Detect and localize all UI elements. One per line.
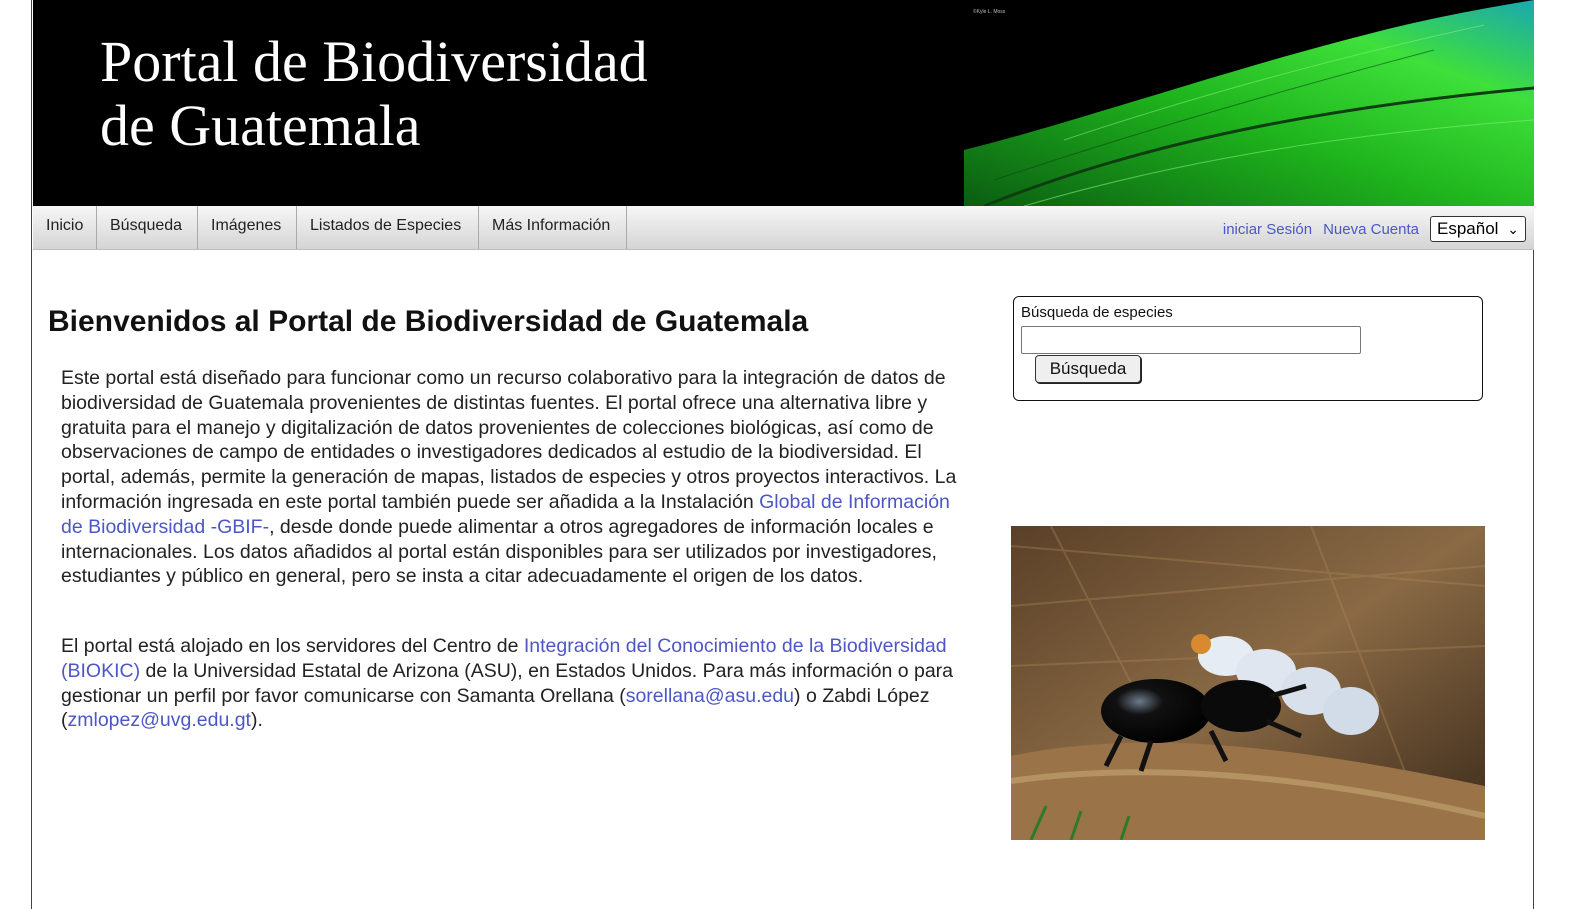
contact-text-d: ).	[250, 709, 263, 732]
language-select[interactable]: Español ⌄	[1430, 216, 1526, 242]
site-title: Portal de Biodiversidad de Guatemala	[100, 30, 648, 158]
site-title-line1: Portal de Biodiversidad	[100, 29, 648, 94]
contact-text-a: El portal está alojado en los servidores…	[61, 635, 524, 657]
login-link[interactable]: iniciar Sesión	[1223, 221, 1312, 238]
intro-paragraph: Este portal está diseñado para funcionar…	[61, 366, 961, 589]
species-search-panel: Búsqueda de especies Búsqueda	[1013, 296, 1483, 401]
page-container: Portal de Biodiversidad de Guatemala ©Ky…	[31, 0, 1534, 909]
species-search-input[interactable]	[1021, 326, 1361, 354]
search-button[interactable]: Búsqueda	[1035, 355, 1141, 383]
nav-item-mas-informacion[interactable]: Más Información	[479, 206, 627, 249]
nav-item-inicio[interactable]: Inicio	[33, 206, 97, 249]
page-title: Bienvenidos al Portal de Biodiversidad d…	[48, 305, 809, 338]
quetzal-feather-image	[964, 0, 1534, 206]
email-link-sorellana[interactable]: sorellana@asu.edu	[626, 685, 794, 707]
account-links: iniciar Sesión Nueva Cuenta Español ⌄	[1223, 216, 1526, 242]
beetle-larva-photo	[1011, 526, 1485, 840]
language-select-value: Español	[1437, 219, 1499, 238]
site-title-line2: de Guatemala	[100, 93, 421, 158]
chevron-down-icon: ⌄	[1507, 221, 1519, 237]
nav-item-busqueda[interactable]: Búsqueda	[97, 206, 198, 249]
email-link-zmlopez[interactable]: zmlopez@uvg.edu.gt	[68, 709, 251, 731]
main-navigation: Inicio Búsqueda Imágenes Listados de Esp…	[33, 206, 1534, 250]
register-link[interactable]: Nueva Cuenta	[1323, 221, 1419, 238]
header-banner: Portal de Biodiversidad de Guatemala ©Ky…	[33, 0, 1534, 206]
species-search-label: Búsqueda de especies	[1021, 304, 1173, 321]
contact-paragraph: El portal está alojado en los servidores…	[61, 634, 961, 733]
nav-item-listados[interactable]: Listados de Especies	[297, 206, 479, 249]
nav-item-imagenes[interactable]: Imágenes	[198, 206, 297, 249]
